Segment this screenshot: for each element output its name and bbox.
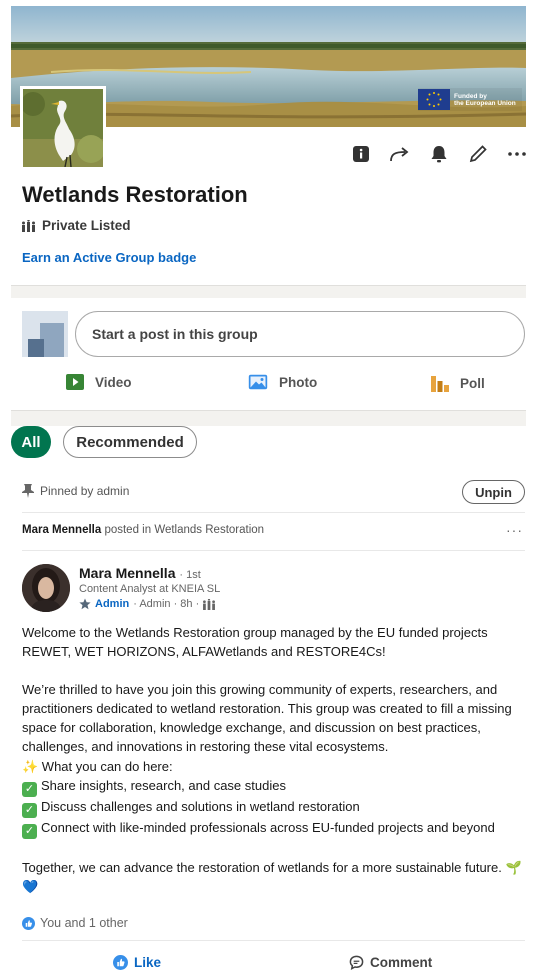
group-visibility-icon [203, 598, 216, 610]
pin-icon [22, 484, 34, 498]
row-divider [22, 940, 525, 941]
info-icon[interactable] [350, 143, 372, 165]
check-mark-icon: ✓ [22, 823, 37, 839]
post-paragraph-welcome: Welcome to the Wetlands Restoration grou… [22, 625, 488, 660]
filter-all-chip[interactable]: All [11, 426, 51, 458]
poll-button[interactable]: Poll [431, 374, 485, 392]
pinned-indicator: Pinned by admin [22, 484, 129, 498]
group-actions [350, 143, 528, 165]
like-label: Like [134, 955, 162, 970]
group-privacy: Private Listed [22, 218, 131, 233]
bell-icon[interactable] [428, 143, 450, 165]
connection-degree: · 1st [179, 569, 201, 581]
author-meta: Admin · Admin · 8h · [79, 598, 216, 610]
more-icon[interactable] [506, 143, 528, 165]
share-icon[interactable] [389, 143, 411, 165]
start-post-input[interactable]: Start a post in this group [75, 311, 525, 357]
photo-icon [248, 374, 268, 390]
unpin-button[interactable]: Unpin [462, 480, 525, 504]
author-name-text: Mara Mennella [79, 565, 176, 581]
section-divider [11, 410, 526, 426]
author-name[interactable]: Mara Mennella · 1st [79, 565, 201, 581]
check-mark-icon: ✓ [22, 781, 37, 797]
section-divider [11, 285, 526, 298]
poll-label: Poll [460, 375, 485, 391]
author-headline: Content Analyst at KNEIA SL [79, 583, 221, 595]
comment-button[interactable]: Comment [349, 955, 432, 970]
post-list-item: ✓ Connect with like-minded professionals … [22, 818, 527, 839]
post-paragraph-closing: Together, we can advance the restoration… [22, 859, 522, 894]
post-meta-text: · Admin · 8h · [133, 598, 200, 610]
comment-label: Comment [370, 955, 433, 970]
edit-pencil-icon[interactable] [467, 143, 489, 165]
video-button[interactable]: Video [66, 374, 132, 390]
comment-icon [349, 955, 364, 970]
video-icon [66, 374, 84, 390]
filter-recommended-chip[interactable]: Recommended [63, 426, 197, 458]
context-author[interactable]: Mara Mennella [22, 524, 101, 536]
privacy-label: Private Listed [42, 218, 131, 233]
like-icon [113, 955, 128, 970]
row-divider [22, 550, 525, 551]
check-mark-icon: ✓ [22, 802, 37, 818]
like-reaction-icon [22, 916, 35, 930]
eu-badge-line2: the European Union [454, 99, 516, 107]
post-body: Welcome to the Wetlands Restoration grou… [22, 623, 527, 896]
pinned-label: Pinned by admin [40, 484, 130, 498]
post-list-intro: ✨ What you can do here: [22, 758, 173, 774]
composer-avatar[interactable] [22, 311, 68, 357]
eu-flag-icon [418, 89, 450, 110]
photo-button[interactable]: Photo [248, 374, 317, 390]
eu-funding-badge: Funded by the European Union [418, 88, 522, 111]
post-more-button[interactable]: ··· [506, 522, 523, 538]
author-avatar[interactable] [22, 564, 70, 612]
photo-label: Photo [279, 374, 318, 390]
context-text: posted in Wetlands Restoration [101, 524, 265, 536]
video-label: Video [95, 374, 132, 390]
post-paragraph-intro: We’re thrilled to have you join this gro… [22, 682, 512, 755]
group-title: Wetlands Restoration [22, 182, 248, 207]
reactions-text: You and 1 other [40, 916, 128, 930]
row-divider [22, 512, 525, 513]
group-logo[interactable] [20, 86, 106, 170]
poll-icon [431, 376, 449, 392]
active-group-badge-link[interactable]: Earn an Active Group badge [22, 250, 196, 265]
reactions-summary[interactable]: You and 1 other [22, 916, 128, 930]
post-context: Mara Mennella posted in Wetlands Restora… [22, 524, 264, 536]
star-icon [79, 598, 91, 610]
post-list-item: ✓ Share insights, research, and case stud… [22, 776, 527, 797]
admin-role: Admin [95, 598, 130, 610]
eu-badge-line1: Funded by [454, 92, 487, 100]
like-button[interactable]: Like [113, 955, 161, 970]
group-icon [22, 219, 35, 232]
post-list-item: ✓ Discuss challenges and solutions in wet… [22, 797, 527, 818]
